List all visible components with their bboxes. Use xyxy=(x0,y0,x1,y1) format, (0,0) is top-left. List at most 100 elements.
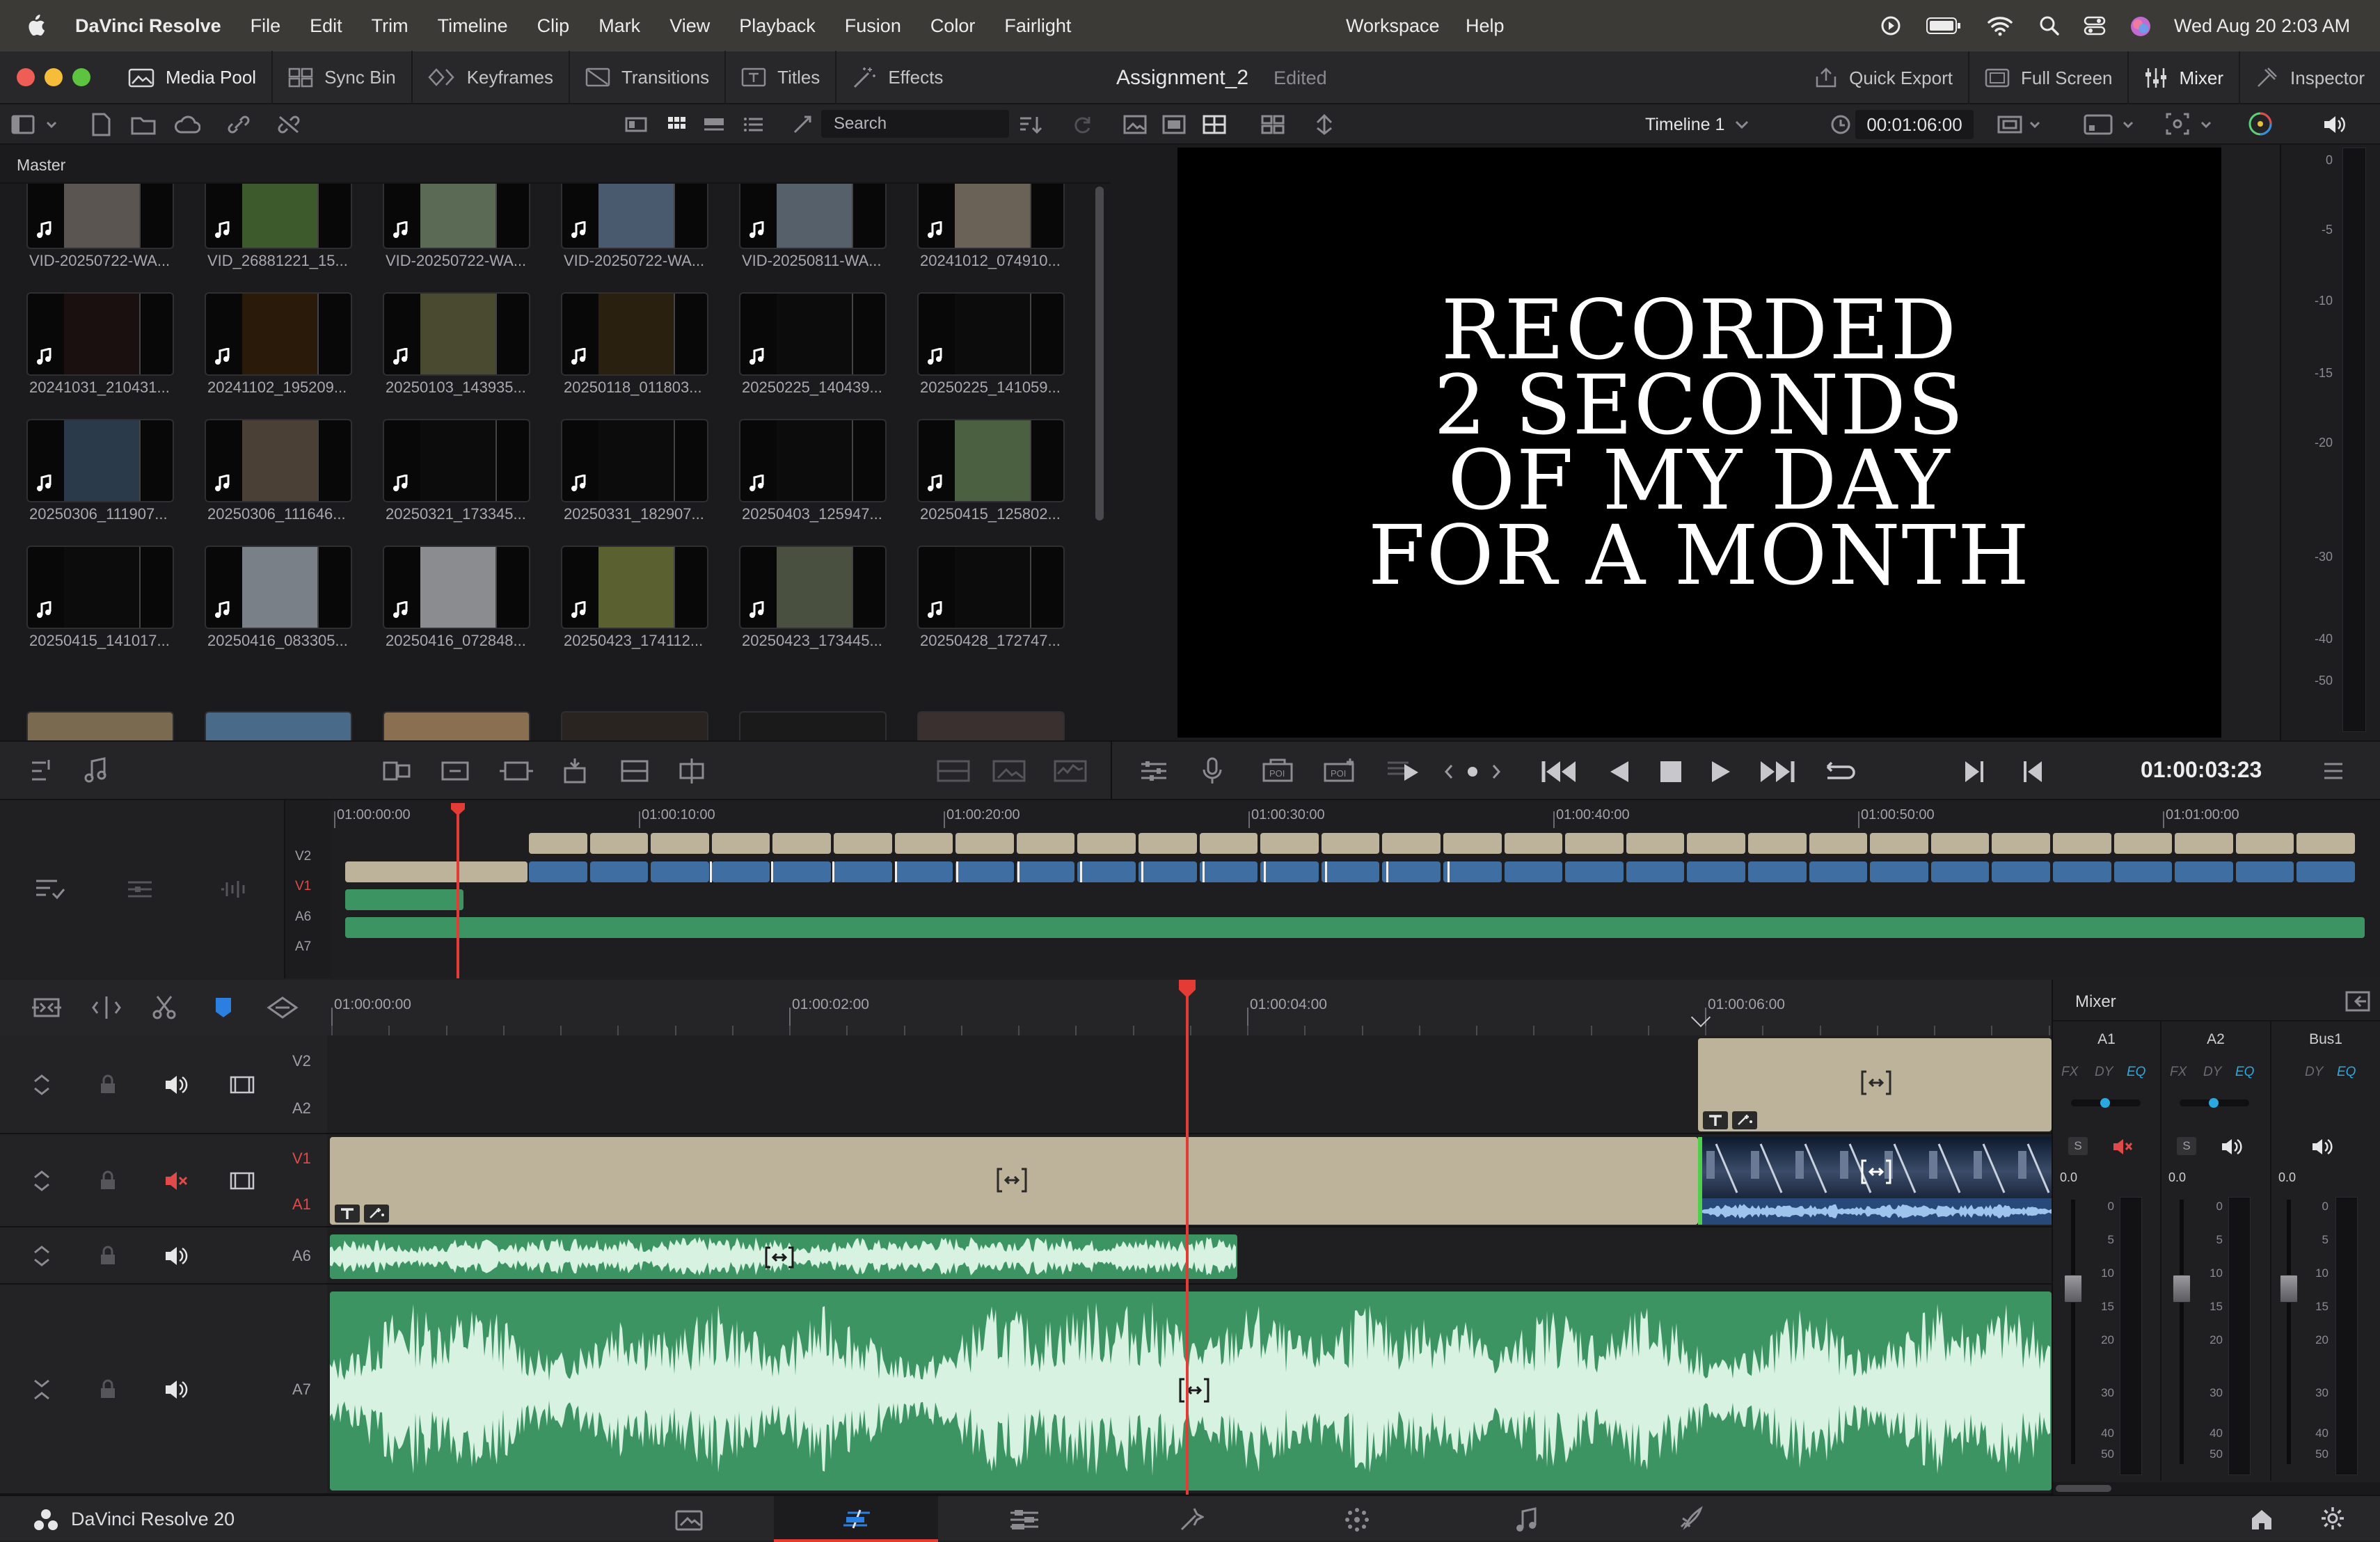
mini-audio-clip[interactable] xyxy=(345,889,463,910)
mini-video-clip[interactable] xyxy=(2296,861,2355,882)
timeline-selector[interactable]: Timeline 1 xyxy=(1645,111,1750,138)
mini-title-clip[interactable] xyxy=(894,833,953,854)
track-height-icon[interactable] xyxy=(125,878,154,900)
transform-icon[interactable] xyxy=(1314,114,1335,135)
menu-edit[interactable]: Edit xyxy=(310,15,342,37)
mini-video-clip[interactable] xyxy=(1260,861,1319,882)
fit-timeline-icon[interactable] xyxy=(31,995,63,1020)
channel-eq-button[interactable]: EQ xyxy=(2127,1065,2145,1080)
mini-title-clip[interactable] xyxy=(1504,833,1563,854)
track-expand-icon[interactable] xyxy=(32,1244,51,1268)
play-around-icon[interactable] xyxy=(1386,757,1422,785)
color-page-icon[interactable] xyxy=(1344,1507,1370,1532)
clip-thumbnail[interactable] xyxy=(561,711,708,740)
fader-track[interactable] xyxy=(2287,1200,2291,1464)
track-collapse-icon[interactable] xyxy=(32,1378,51,1401)
fit-to-fill-icon[interactable] xyxy=(676,757,707,785)
playback-resolution-icon[interactable] xyxy=(2084,113,2139,136)
mini-title-clip[interactable] xyxy=(345,861,527,882)
mini-title-clip[interactable] xyxy=(2296,833,2355,854)
clip-thumbnail[interactable] xyxy=(26,419,174,502)
edit-mode-icon[interactable] xyxy=(29,757,57,785)
panel-toggle-icon[interactable] xyxy=(11,114,60,135)
mini-video-clip[interactable] xyxy=(2175,861,2233,882)
speaker-icon[interactable] xyxy=(2310,1137,2333,1156)
audio-clip-a7[interactable] xyxy=(330,1291,2052,1491)
mini-title-clip[interactable] xyxy=(1077,833,1136,854)
clip-thumbnail[interactable] xyxy=(739,292,887,376)
play-reverse-icon[interactable] xyxy=(1608,760,1631,784)
media-page-icon[interactable] xyxy=(675,1509,703,1531)
mini-title-clip[interactable] xyxy=(2175,833,2233,854)
bin-name[interactable]: Master xyxy=(17,156,65,175)
clip-thumbnail[interactable] xyxy=(739,546,887,629)
menu-workspace[interactable]: Workspace xyxy=(1346,15,1440,37)
metadata-view-icon[interactable] xyxy=(625,117,647,132)
clip-thumbnail[interactable] xyxy=(383,546,530,629)
viewer-single-icon[interactable] xyxy=(1162,114,1186,135)
mini-video-clip[interactable] xyxy=(1626,861,1685,882)
mini-video-clip[interactable] xyxy=(589,861,649,882)
video-clip-v1[interactable] xyxy=(1698,1137,2052,1225)
cut-page-tab-active[interactable] xyxy=(774,1496,938,1542)
menu-clip[interactable]: Clip xyxy=(537,15,570,37)
mini-video-clip[interactable] xyxy=(955,861,1014,882)
spotlight-search-icon[interactable] xyxy=(2039,15,2060,36)
mini-video-clip[interactable] xyxy=(1321,861,1380,882)
pan-knob[interactable] xyxy=(2209,1098,2219,1108)
clip-thumbnail[interactable] xyxy=(917,711,1065,740)
mini-title-clip[interactable] xyxy=(772,833,831,854)
mini-video-clip[interactable] xyxy=(834,861,892,882)
marker-flag-icon[interactable] xyxy=(213,995,234,1020)
channel-dy-button[interactable]: DY xyxy=(2203,1065,2221,1080)
previous-edit-icon[interactable] xyxy=(2021,760,2045,784)
menu-color[interactable]: Color xyxy=(930,15,976,37)
menu-playback[interactable]: Playback xyxy=(739,15,816,37)
titles-button[interactable]: Titles xyxy=(726,51,837,104)
title-clip-v1[interactable] xyxy=(330,1137,1698,1225)
mini-video-clip[interactable] xyxy=(1504,861,1563,882)
viewer-zoom-icon[interactable] xyxy=(1997,114,2046,135)
filmstrip-view-icon[interactable] xyxy=(703,117,725,132)
media-pool-button[interactable]: Media Pool xyxy=(113,51,273,104)
settings-gear-icon[interactable] xyxy=(2320,1506,2345,1531)
lock-icon[interactable] xyxy=(99,1170,117,1191)
edit-page-icon[interactable] xyxy=(1009,1509,1040,1531)
transitions-button[interactable]: Transitions xyxy=(570,51,727,104)
menu-fairlight[interactable]: Fairlight xyxy=(1004,15,1071,37)
menu-trim[interactable]: Trim xyxy=(372,15,408,37)
mini-video-clip[interactable] xyxy=(1077,861,1136,882)
control-center-icon[interactable] xyxy=(2084,15,2106,36)
mini-video-clip[interactable] xyxy=(772,861,831,882)
mini-audio-clip[interactable] xyxy=(345,917,2365,938)
relink-icon[interactable] xyxy=(227,114,251,135)
mini-title-clip[interactable] xyxy=(1016,833,1075,854)
pan-slider[interactable] xyxy=(2180,1098,2249,1108)
fusion-page-icon[interactable] xyxy=(1179,1506,1204,1532)
effects-button[interactable]: Effects xyxy=(836,51,958,104)
cloud-sync-icon[interactable] xyxy=(174,114,200,135)
trim-tool-icon[interactable] xyxy=(92,995,121,1020)
next-edit-icon[interactable] xyxy=(1962,760,1986,784)
timeline-viewer[interactable]: RECORDED 2 SECONDS OF MY DAY FOR A MONTH xyxy=(1177,148,2221,738)
menu-file[interactable]: File xyxy=(251,15,281,37)
go-to-start-icon[interactable] xyxy=(1541,760,1578,784)
zoom-window-button[interactable] xyxy=(72,68,90,86)
app-menu[interactable]: DaVinci Resolve xyxy=(75,15,221,37)
waveform-toggle-icon[interactable] xyxy=(219,878,248,900)
fader-track[interactable] xyxy=(2071,1200,2075,1464)
audio-clip-a6[interactable] xyxy=(330,1234,1237,1279)
lock-icon[interactable] xyxy=(99,1379,117,1400)
collapse-panel-icon[interactable] xyxy=(2345,991,2370,1012)
cinema-view-icon[interactable] xyxy=(1261,114,1285,135)
mini-title-clip[interactable] xyxy=(1382,833,1441,854)
mini-title-clip[interactable] xyxy=(1748,833,1807,854)
list-view-icon[interactable] xyxy=(743,116,764,134)
mini-title-clip[interactable] xyxy=(1930,833,1990,854)
sync-bin-button[interactable]: Sync Bin xyxy=(273,51,413,104)
clip-thumbnail[interactable] xyxy=(917,546,1065,629)
mini-ruler[interactable]: 01:00:00:00 01:00:10:00 01:00:20:00 01:00:3… xyxy=(334,800,2380,828)
mini-video-clip[interactable] xyxy=(651,861,709,882)
microphone-icon[interactable] xyxy=(1198,756,1226,786)
poi-add-icon[interactable]: POI xyxy=(1321,757,1357,785)
